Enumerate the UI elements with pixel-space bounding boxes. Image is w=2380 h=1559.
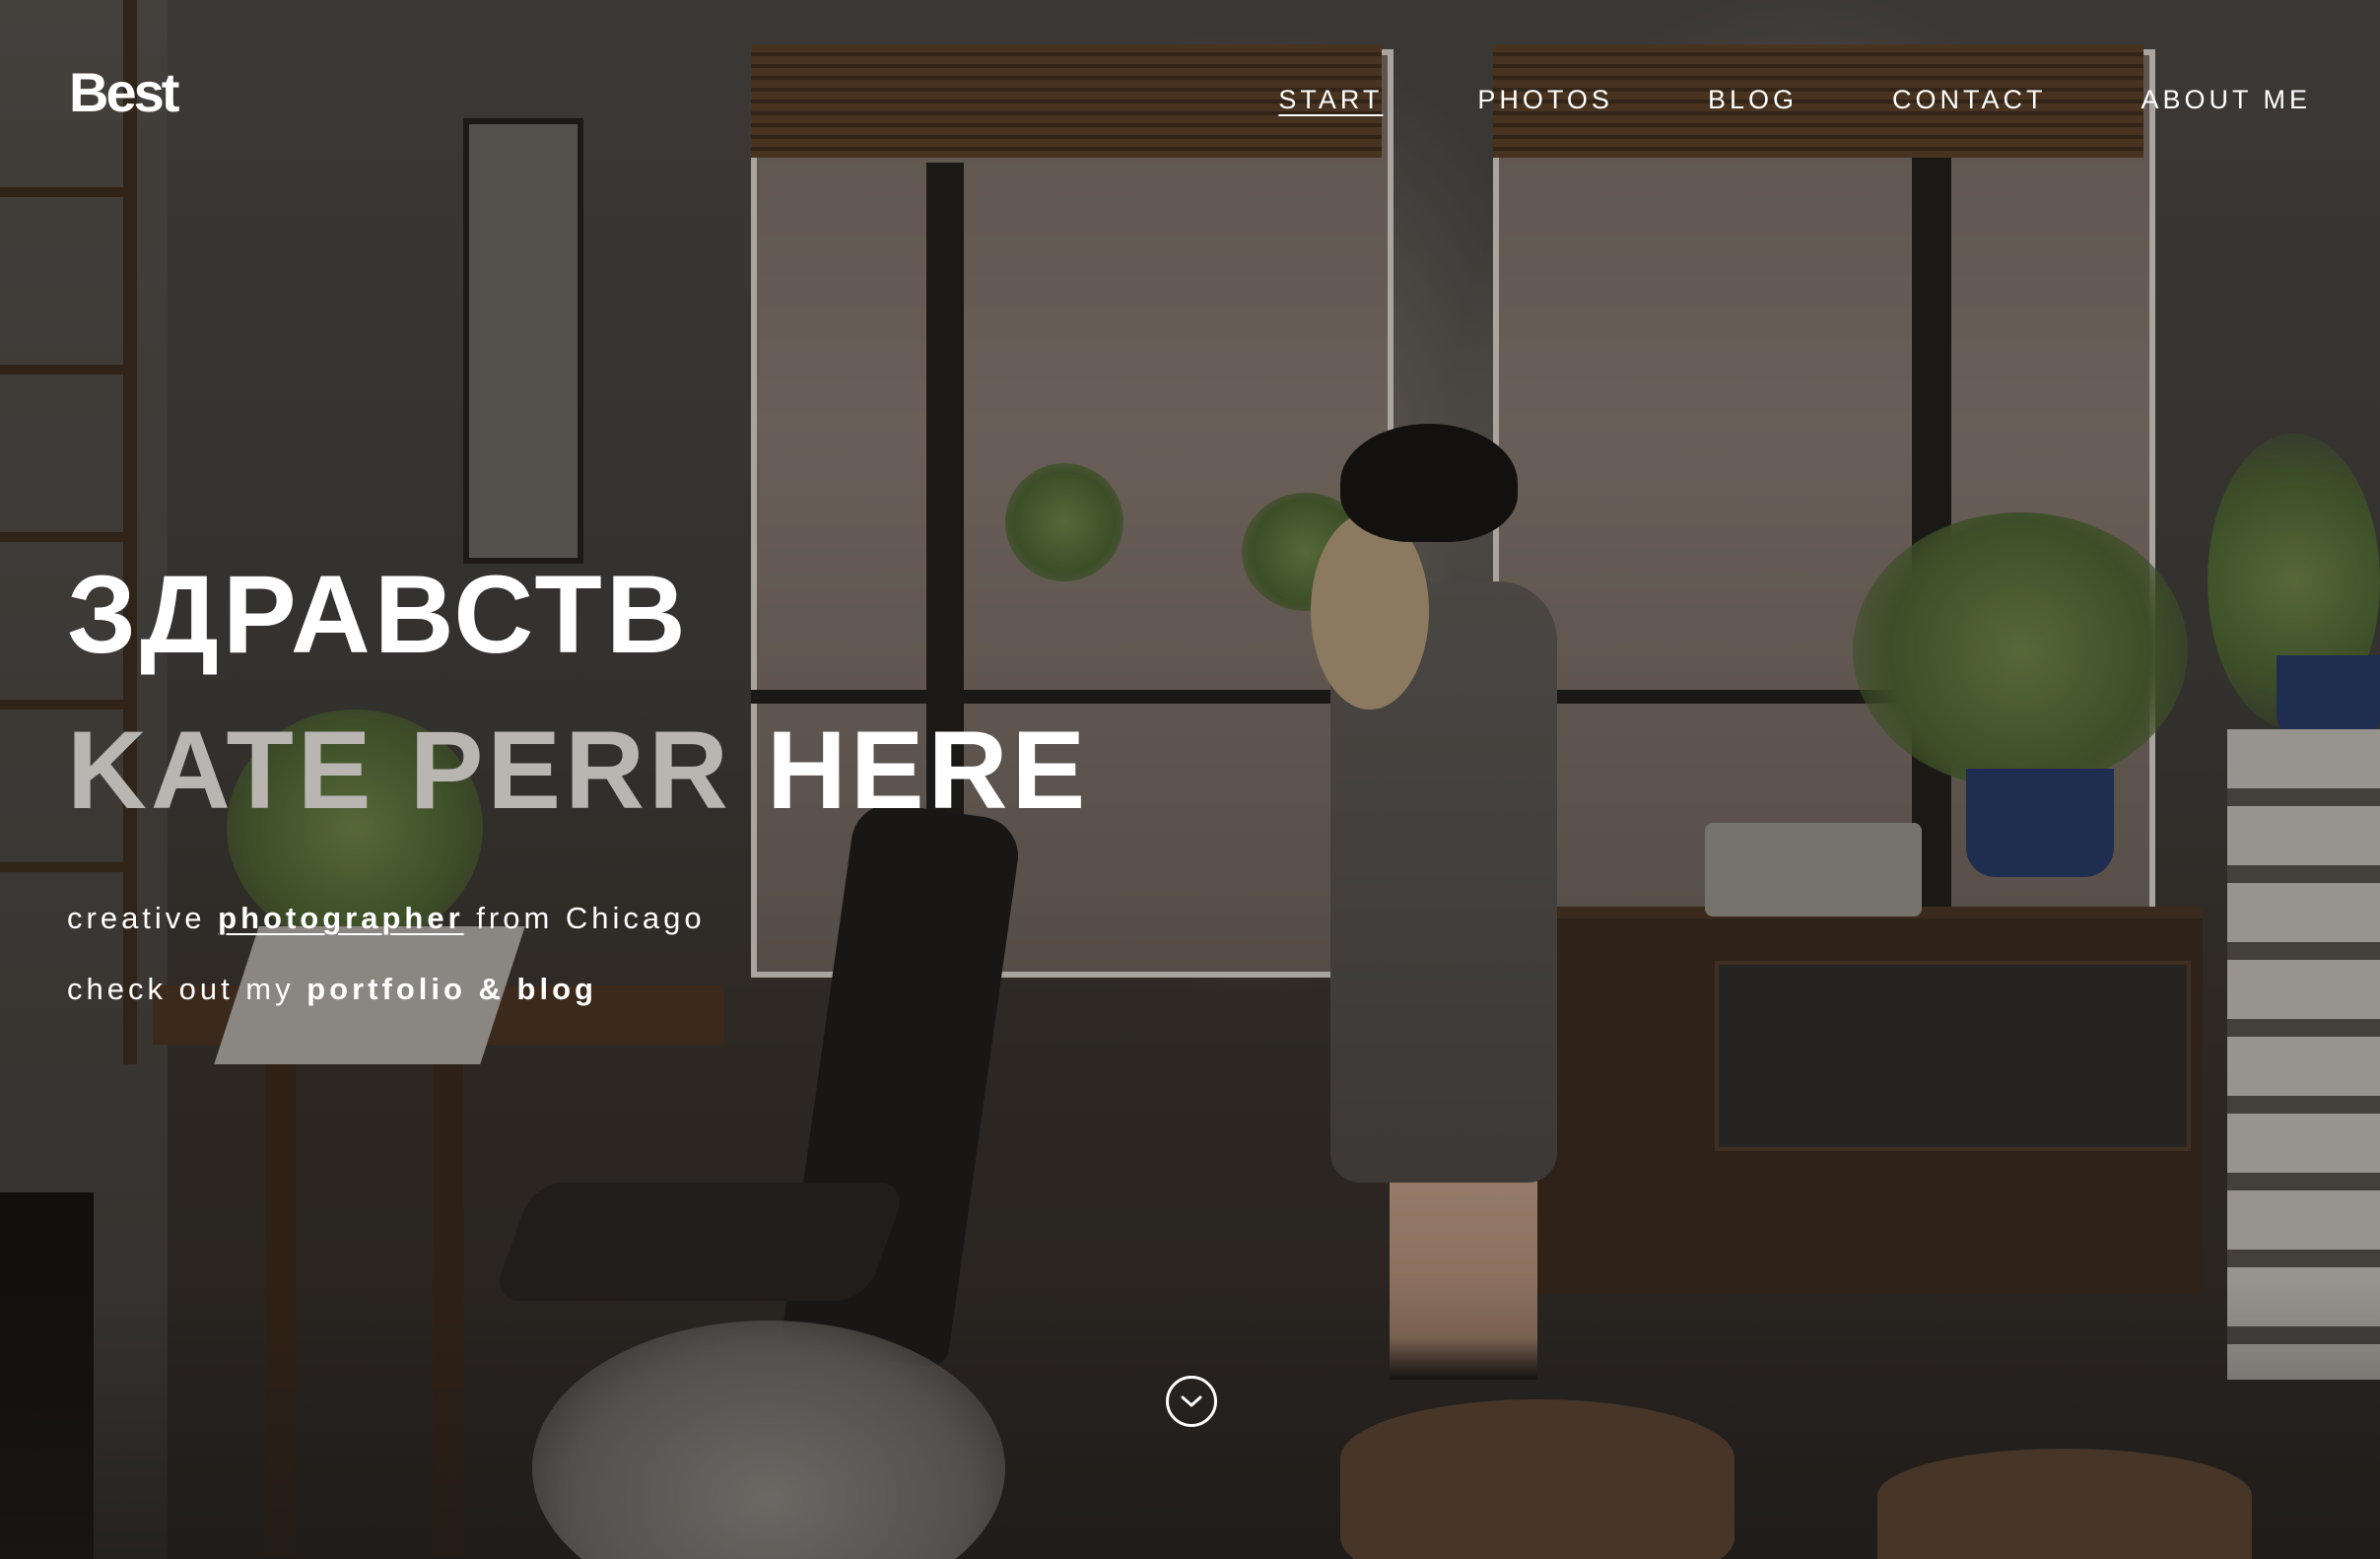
main-nav: START PHOTOS BLOG CONTACT ABOUT ME bbox=[1184, 87, 2311, 113]
cta-prefix: check out my bbox=[67, 972, 307, 1006]
tagline-prefix: creative bbox=[67, 901, 219, 935]
tagline-suffix: from Chicago bbox=[463, 901, 706, 935]
site-logo[interactable]: Best bbox=[69, 65, 179, 120]
hero-headline-line-1: ЗДРАВСТВ bbox=[67, 553, 690, 676]
hero-name-text: KATE PERR bbox=[67, 709, 732, 832]
nav-start[interactable]: START bbox=[1278, 87, 1383, 113]
nav-photos[interactable]: PHOTOS bbox=[1477, 87, 1613, 113]
hero-headline: ЗДРАВСТВ KATE PERR HERE bbox=[67, 560, 1089, 871]
chevron-down-icon bbox=[1181, 1395, 1202, 1407]
photographer-link[interactable]: photographer bbox=[218, 901, 464, 935]
hero-tagline: creative photographer from Chicago bbox=[67, 903, 706, 933]
nav-blog[interactable]: BLOG bbox=[1708, 87, 1798, 113]
portfolio-blog-link[interactable]: portfolio & blog bbox=[306, 972, 597, 1006]
nav-about-me[interactable]: ABOUT ME bbox=[2141, 87, 2311, 113]
scroll-down-button[interactable] bbox=[1166, 1376, 1217, 1427]
hero-cta: check out my portfolio & blog bbox=[67, 974, 597, 1004]
nav-contact[interactable]: CONTACT bbox=[1892, 87, 2047, 113]
hero-section: Best START PHOTOS BLOG CONTACT ABOUT ME … bbox=[0, 0, 2380, 1559]
hero-here-text: HERE bbox=[766, 709, 1090, 832]
hero-headline-line-2: KATE PERR HERE bbox=[67, 715, 1089, 871]
